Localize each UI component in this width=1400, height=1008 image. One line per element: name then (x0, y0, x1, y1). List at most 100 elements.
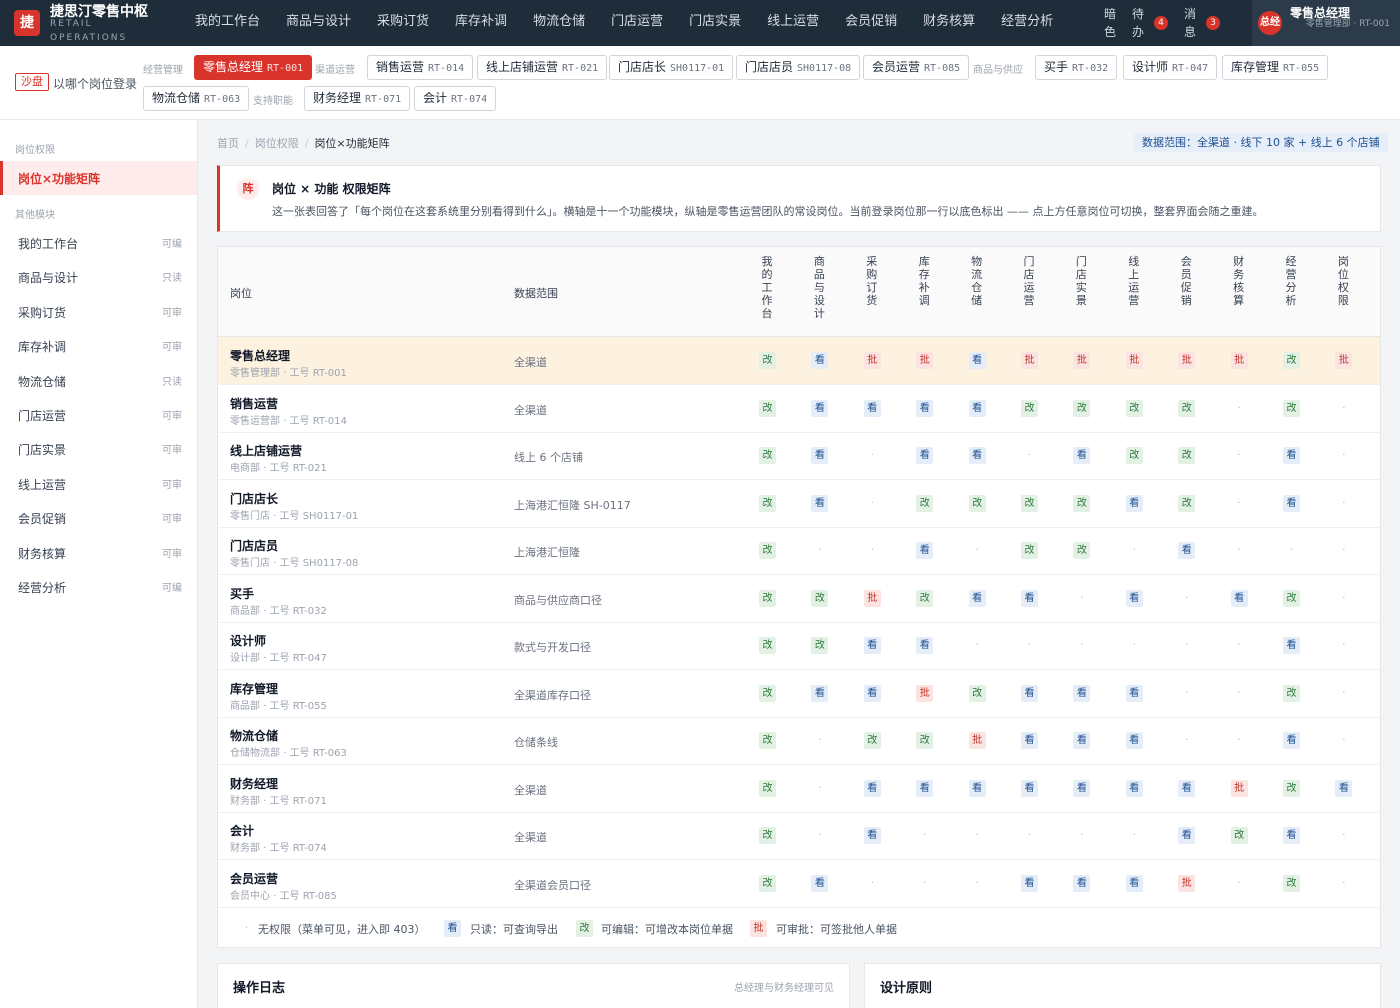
permission-cell[interactable]: · (1335, 685, 1352, 702)
permission-cell[interactable]: 看 (1283, 494, 1300, 512)
permission-cell[interactable]: 看 (968, 589, 986, 607)
permission-cell[interactable]: 看 (1021, 732, 1038, 749)
role-chip-rt-032[interactable]: 买手 RT-032 (1035, 55, 1118, 80)
matrix-row[interactable]: 物流仓储 仓储物流部 · 工号 RT-063 仓储条线 改 · 改 改 批 看 看 看 · · 看 · (218, 717, 1380, 765)
permission-cell[interactable]: · (1335, 542, 1352, 559)
role-chip-rt-063[interactable]: 物流仓储 RT-063 (143, 86, 250, 111)
sidebar-item[interactable]: 商品与设计 只读 (0, 260, 197, 294)
permission-cell[interactable]: 改 (1178, 494, 1196, 512)
user-menu[interactable]: 总经 零售总经理 零售管理部 · RT-001 (1252, 0, 1400, 46)
permission-cell[interactable]: 看 (1021, 684, 1038, 702)
permission-cell[interactable]: · (1126, 637, 1143, 654)
permission-cell[interactable]: · (1335, 495, 1352, 512)
permission-cell[interactable]: 批 (916, 684, 934, 702)
permission-cell[interactable]: 看 (1125, 779, 1143, 797)
matrix-row[interactable]: 会计 财务部 · 工号 RT-074 全渠道 改 · 看 · · · · · 看 改 看 · (218, 812, 1380, 860)
permission-cell[interactable]: · (864, 542, 881, 559)
role-chip-rt-071[interactable]: 财务经理 RT-071 (304, 86, 411, 111)
permission-cell[interactable]: · (811, 780, 828, 797)
permission-cell[interactable]: · (811, 542, 828, 559)
sidebar-item[interactable]: 财务核算 可审 (0, 536, 197, 570)
permission-cell[interactable]: 看 (1073, 732, 1091, 749)
permission-cell[interactable]: 看 (811, 447, 829, 464)
permission-cell[interactable]: 看 (811, 494, 829, 512)
nav-item[interactable]: 商品与设计 (273, 0, 364, 46)
matrix-row[interactable]: 买手 商品部 · 工号 RT-032 商品与供应商口径 改 改 批 改 看 看 · 看 · 看 改 · (218, 575, 1380, 623)
permission-cell[interactable]: · (864, 447, 881, 464)
permission-cell[interactable]: · (1021, 637, 1038, 654)
permission-cell[interactable]: 改 (1283, 874, 1300, 892)
permission-cell[interactable]: 看 (811, 352, 829, 369)
permission-cell[interactable]: · (1231, 637, 1248, 654)
role-chip-sh0117-08[interactable]: 门店店员 SH0117-08 (736, 55, 861, 80)
permission-cell[interactable]: 改 (759, 732, 776, 749)
sidebar-item[interactable]: 库存补调 可审 (0, 329, 197, 363)
matrix-row[interactable]: 零售总经理 零售管理部 · 工号 RT-001 全渠道 改 看 批 批 看 批 批 批 批 批 改 批 (218, 337, 1380, 385)
permission-cell[interactable]: 看 (1335, 779, 1353, 797)
permission-cell[interactable]: 改 (759, 542, 776, 559)
message-button[interactable]: 消息 (1184, 5, 1198, 41)
permission-cell[interactable]: 改 (1178, 399, 1196, 417)
sidebar-item[interactable]: 物流仓储 只读 (0, 364, 197, 398)
permission-cell[interactable]: 看 (1178, 827, 1196, 844)
permission-cell[interactable]: · (969, 637, 986, 654)
matrix-row[interactable]: 线上店铺运营 电商部 · 工号 RT-021 线上 6 个店铺 改 看 · 看 看 · 看 改 改 · 看… (218, 432, 1380, 480)
permission-cell[interactable]: 改 (916, 494, 934, 512)
nav-item[interactable]: 财务核算 (910, 0, 988, 46)
role-chip-rt-014[interactable]: 销售运营 RT-014 (367, 55, 474, 80)
permission-cell[interactable]: 批 (1021, 352, 1038, 369)
breadcrumb-home[interactable]: 首页 (217, 137, 239, 150)
nav-item[interactable]: 我的工作台 (182, 0, 273, 46)
permission-cell[interactable]: 看 (863, 684, 881, 702)
permission-cell[interactable]: 改 (1125, 447, 1143, 464)
role-chip-rt-001[interactable]: 零售总经理 RT-001 (194, 55, 313, 80)
permission-cell[interactable]: 批 (916, 352, 934, 369)
permission-cell[interactable]: 看 (1125, 874, 1143, 892)
permission-cell[interactable]: 改 (1283, 589, 1300, 607)
permission-cell[interactable]: 看 (1178, 542, 1196, 559)
permission-cell[interactable]: · (1178, 685, 1195, 702)
permission-cell[interactable]: 看 (1230, 589, 1248, 607)
permission-cell[interactable]: · (916, 875, 933, 892)
permission-cell[interactable]: · (811, 732, 828, 749)
permission-cell[interactable]: 看 (916, 637, 934, 654)
permission-cell[interactable]: · (1231, 447, 1248, 464)
nav-item[interactable]: 会员促销 (832, 0, 910, 46)
role-chip-sh0117-01[interactable]: 门店店长 SH0117-01 (609, 55, 734, 80)
permission-cell[interactable]: · (1231, 732, 1248, 749)
permission-cell[interactable]: · (1283, 542, 1300, 559)
permission-cell[interactable]: 看 (1125, 589, 1143, 607)
permission-cell[interactable]: 看 (1283, 732, 1300, 749)
role-chip-rt-074[interactable]: 会计 RT-074 (414, 86, 497, 111)
permission-cell[interactable]: 看 (916, 447, 934, 464)
permission-cell[interactable]: 批 (1178, 874, 1196, 892)
permission-cell[interactable]: 改 (759, 779, 776, 797)
permission-cell[interactable]: 改 (916, 589, 934, 607)
permission-cell[interactable]: 改 (1021, 542, 1038, 559)
permission-cell[interactable]: 看 (1283, 447, 1300, 464)
nav-item[interactable]: 库存补调 (442, 0, 520, 46)
sidebar-item[interactable]: 经营分析 可编 (0, 570, 197, 604)
sidebar-item[interactable]: 门店运营 可审 (0, 398, 197, 432)
permission-cell[interactable]: · (1231, 685, 1248, 702)
permission-cell[interactable]: 批 (1125, 352, 1143, 369)
permission-cell[interactable]: · (969, 827, 986, 844)
permission-cell[interactable]: 看 (1283, 827, 1300, 844)
nav-item[interactable]: 门店实景 (676, 0, 754, 46)
permission-cell[interactable]: · (1021, 827, 1038, 844)
permission-cell[interactable]: · (1231, 875, 1248, 892)
permission-cell[interactable]: · (1335, 637, 1352, 654)
permission-cell[interactable]: 改 (968, 684, 986, 702)
nav-item[interactable]: 经营分析 (988, 0, 1066, 46)
permission-cell[interactable]: 改 (759, 447, 776, 464)
permission-cell[interactable]: 看 (1021, 589, 1038, 607)
permission-cell[interactable]: 看 (1125, 494, 1143, 512)
permission-cell[interactable]: 批 (863, 589, 881, 607)
permission-cell[interactable]: · (1073, 827, 1090, 844)
permission-cell[interactable]: 改 (759, 637, 776, 654)
permission-cell[interactable]: · (1335, 827, 1352, 844)
permission-cell[interactable]: 看 (968, 779, 986, 797)
matrix-row[interactable]: 销售运营 零售运营部 · 工号 RT-014 全渠道 改 看 看 看 看 改 改 改 改 · 改 · (218, 385, 1380, 433)
permission-cell[interactable]: 批 (1335, 352, 1353, 369)
permission-cell[interactable]: 改 (759, 874, 776, 892)
